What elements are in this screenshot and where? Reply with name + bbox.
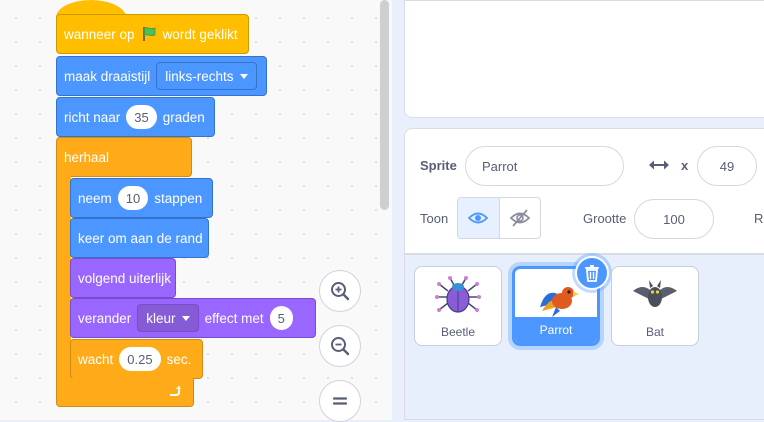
- hat-suffix: wordt geklikt: [162, 26, 238, 42]
- set-rotation-style-block[interactable]: maak draaistijl links-rechts: [56, 56, 267, 96]
- visibility-toggle: [457, 197, 541, 239]
- change-effect-block[interactable]: verander kleur effect met 5: [70, 298, 316, 338]
- effect-value: kleur: [146, 310, 176, 326]
- next-costume-label: volgend uiterlijk: [78, 270, 172, 286]
- sprite-tile-label: Parrot: [515, 317, 597, 343]
- effect-amount-input[interactable]: 5: [269, 306, 293, 330]
- hat-prefix: wanneer op: [64, 26, 135, 42]
- sprite-tile-beetle[interactable]: Beetle: [414, 266, 502, 346]
- size-label: Grootte: [583, 211, 627, 226]
- sprite-name-label: Sprite: [420, 158, 457, 173]
- loop-arrow-icon: [170, 385, 181, 396]
- zoom-reset-button[interactable]: [319, 380, 361, 422]
- stage[interactable]: [404, 0, 764, 118]
- zoom-in-button[interactable]: [319, 270, 361, 312]
- set-rotation-label: maak draaistijl: [64, 68, 151, 84]
- x-position-input[interactable]: 49: [697, 146, 757, 186]
- code-area-scrollbar[interactable]: [380, 0, 389, 210]
- point-direction-prefix: richt naar: [64, 109, 121, 125]
- move-prefix: neem: [78, 190, 112, 206]
- forever-block[interactable]: herhaal: [56, 137, 192, 177]
- wait-block[interactable]: wacht 0.25 sec.: [70, 339, 203, 379]
- point-direction-block[interactable]: richt naar 35 graden: [56, 97, 215, 137]
- bounce-on-edge-block[interactable]: keer om aan de rand: [70, 218, 209, 258]
- chevron-down-icon: [181, 315, 190, 321]
- change-effect-middle: effect met: [204, 310, 264, 326]
- effect-dropdown[interactable]: kleur: [137, 304, 199, 332]
- zoom-reset-icon: [332, 397, 348, 405]
- wait-prefix: wacht: [78, 351, 114, 367]
- zoom-in-icon: [331, 282, 350, 301]
- bat-icon: [633, 280, 677, 307]
- sprite-tile-bat[interactable]: Bat: [611, 266, 699, 346]
- eye-icon: [468, 212, 489, 224]
- size-input[interactable]: 100: [634, 199, 714, 239]
- steps-input[interactable]: 10: [117, 186, 149, 210]
- forever-label: herhaal: [64, 149, 110, 165]
- wait-suffix: sec.: [166, 351, 192, 367]
- eye-hidden-icon: [509, 209, 530, 227]
- delete-sprite-button[interactable]: [575, 256, 609, 290]
- zoom-out-icon: [331, 337, 350, 356]
- rotation-style-value: links-rechts: [165, 68, 234, 84]
- green-flag-icon: [142, 27, 155, 41]
- hide-sprite-button[interactable]: [500, 198, 541, 238]
- parrot-icon: [540, 287, 579, 317]
- code-area[interactable]: wanneer op wordt geklikt maak draaistijl…: [0, 0, 392, 422]
- direction-input[interactable]: 35: [126, 105, 157, 129]
- sprite-name-input[interactable]: Parrot: [465, 146, 624, 186]
- beetle-icon: [435, 276, 481, 313]
- move-steps-block[interactable]: neem 10 stappen: [70, 178, 213, 218]
- rotation-style-dropdown[interactable]: links-rechts: [156, 62, 257, 90]
- sprite-tile-label: Beetle: [440, 325, 476, 339]
- when-flag-clicked-block[interactable]: wanneer op wordt geklikt: [56, 14, 249, 54]
- next-costume-block[interactable]: volgend uiterlijk: [70, 258, 176, 298]
- x-label: x: [681, 158, 689, 173]
- change-effect-prefix: verander: [78, 310, 132, 326]
- chevron-down-icon: [239, 73, 248, 79]
- point-direction-suffix: graden: [162, 109, 205, 125]
- move-suffix: stappen: [154, 190, 203, 206]
- bounce-label: keer om aan de rand: [78, 230, 203, 246]
- wait-seconds-input[interactable]: 0.25: [119, 347, 161, 371]
- zoom-out-button[interactable]: [319, 325, 361, 367]
- direction-label: R: [754, 211, 764, 226]
- forever-block-arm: [56, 176, 71, 380]
- trash-icon: [585, 265, 599, 282]
- show-sprite-button[interactable]: [458, 198, 500, 238]
- x-position-arrows-icon: [649, 160, 669, 170]
- sprite-tile-label: Bat: [645, 325, 664, 339]
- show-label: Toon: [420, 211, 449, 226]
